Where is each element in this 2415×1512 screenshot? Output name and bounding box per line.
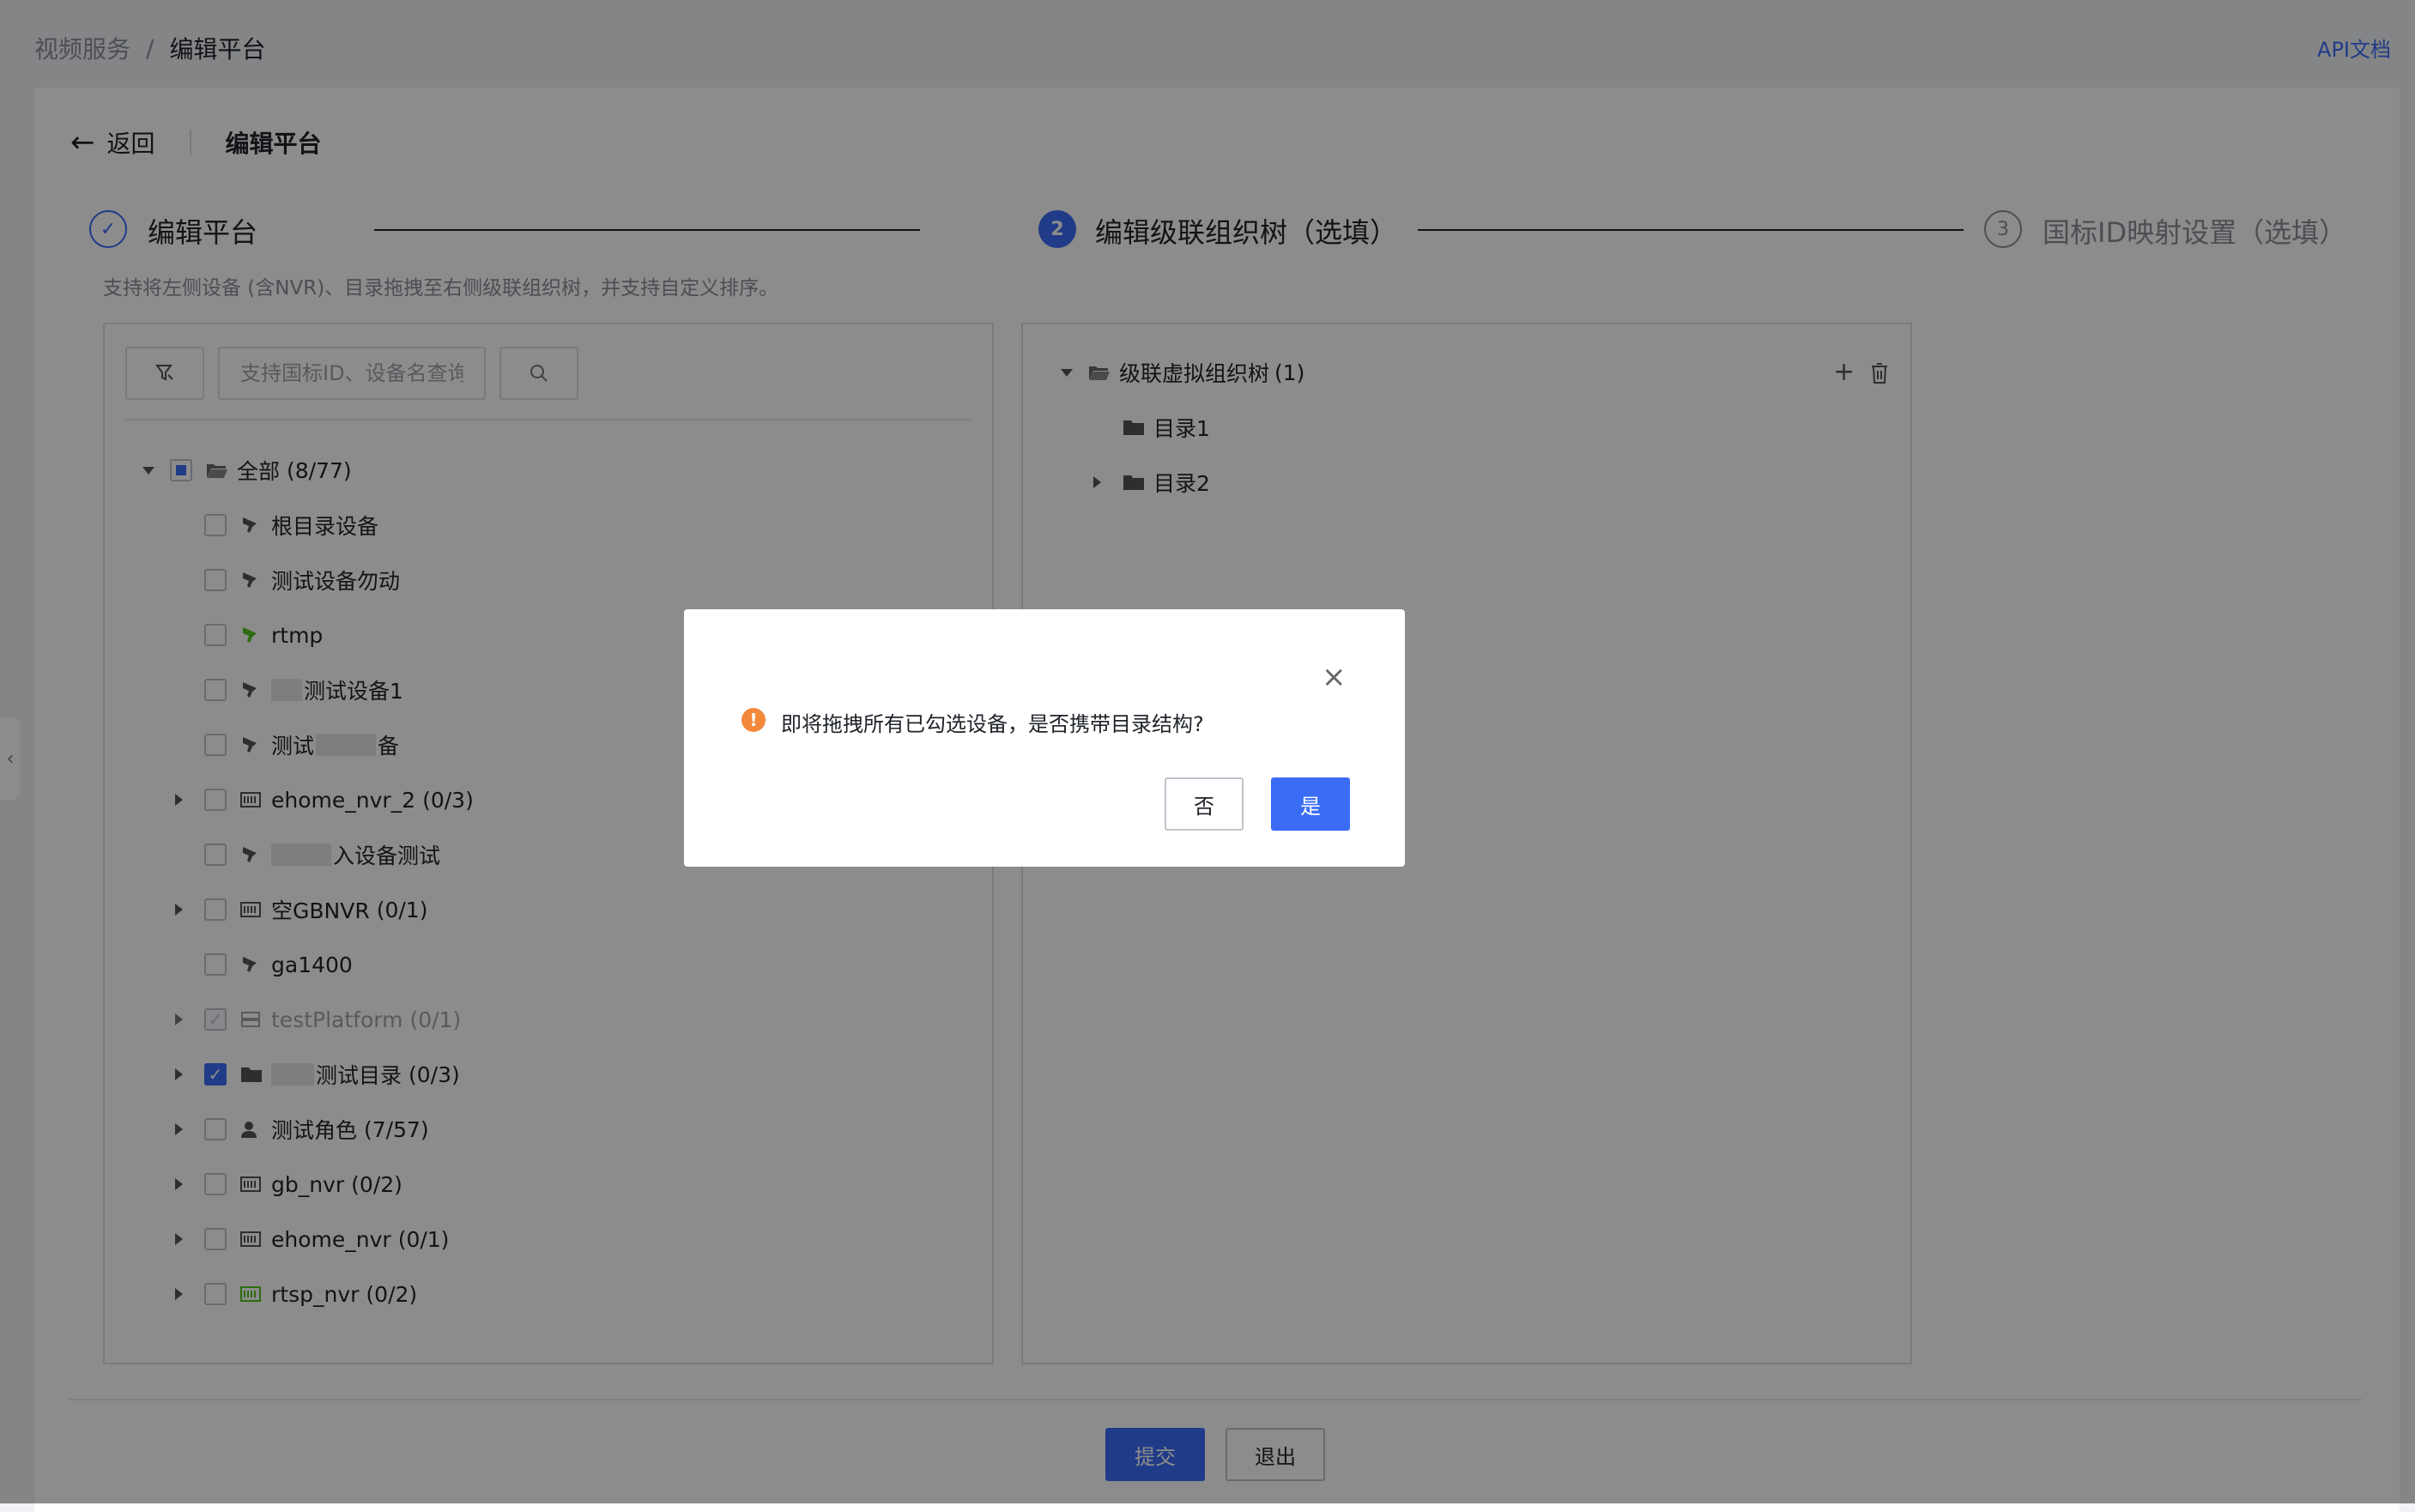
dialog-message: 即将拖拽所有已勾选设备，是否携带目录结构?: [781, 712, 1204, 736]
dialog-yes-button[interactable]: 是: [1271, 777, 1350, 831]
warning-icon: !: [741, 708, 766, 732]
close-icon[interactable]: ×: [1322, 662, 1347, 692]
dialog-no-button[interactable]: 否: [1165, 777, 1244, 831]
